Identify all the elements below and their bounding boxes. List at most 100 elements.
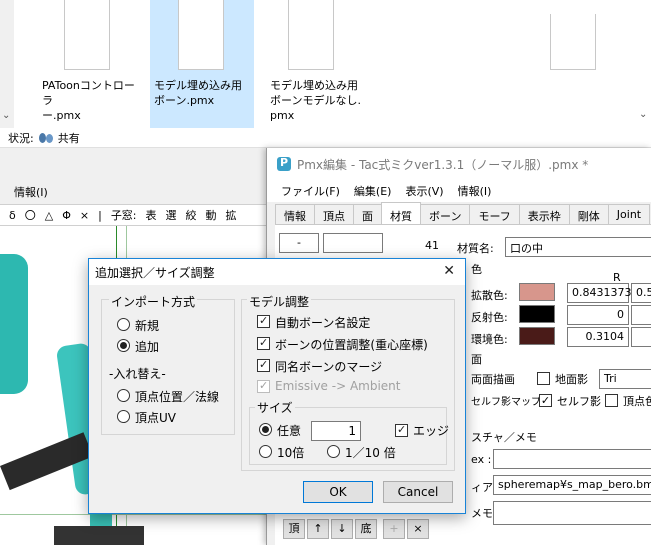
scroll-down-arrow-icon[interactable]: ⌄ [639,109,647,120]
file-item[interactable] [546,0,626,128]
replace-pos-label: 頂点位置／法線 [135,390,220,404]
diffuse-color-swatch[interactable] [519,283,555,301]
cancel-button[interactable]: Cancel [383,481,453,503]
specular-color-swatch[interactable] [519,305,555,323]
texture-field[interactable] [493,449,651,469]
tool-table[interactable]: 表 [146,207,157,223]
file-item[interactable]: PAToonコントローラ ー.pmx [38,0,138,128]
file-name: モデル埋め込み用 ボーンモデルなし. pmx [270,79,361,122]
menu-file[interactable]: ファイル(F) [281,183,340,199]
tool-move[interactable]: 動 [206,207,217,223]
size-tenth-label: 1／10 倍 [345,446,396,460]
add-button[interactable]: + [383,519,405,539]
tab-material[interactable]: 材質 [381,202,421,224]
file-icon [64,0,110,70]
share-label: 共有 [57,131,80,145]
import-group-title: インポート方式 [109,293,198,310]
size-tenth-radio[interactable] [327,445,340,458]
move-down-button[interactable]: ↓ [331,519,353,539]
file-item-selected[interactable]: モデル埋め込み用 ボーン.pmx [150,0,254,128]
edge-checkbox[interactable] [395,423,408,437]
list-count: 41 [425,239,439,252]
emissive-checkbox[interactable] [257,379,270,393]
explorer-scrollbar-right[interactable]: ⌄ [637,104,651,128]
specular-r-field[interactable]: 0 [567,305,629,325]
tab-vertex[interactable]: 頂点 [314,204,354,224]
model-hair [0,254,28,394]
tab-bone[interactable]: ボーン [420,204,471,224]
tab-morph[interactable]: モーフ [469,204,520,224]
tri-select[interactable]: Tri [599,369,651,389]
people-share-icon [38,132,54,144]
sphere-field[interactable]: spheremap¥s_map_bero.bmp [493,475,651,495]
menu-view[interactable]: 表示(V) [405,183,443,199]
list-minus-field[interactable]: - [279,233,319,253]
tool-triangle[interactable]: △ [45,209,53,222]
size-10x-radio[interactable] [259,445,272,458]
tab-joint[interactable]: Joint [607,204,651,224]
file-icon [178,0,224,70]
specular-label: 反射色: [471,311,508,324]
memo-field[interactable] [493,501,651,525]
tool-phi[interactable]: Φ [62,209,71,222]
replace-uv-label: 頂点UV [135,411,176,425]
tab-display-frame[interactable]: 表示枠 [518,204,570,224]
texture-label: ex : [471,453,492,466]
diffuse-r-field[interactable]: 0.8431373 [567,283,632,303]
ambient-color-swatch[interactable] [519,327,555,345]
menu-info[interactable]: 情報(I) [458,183,492,199]
bone-pos-checkbox[interactable] [257,336,270,350]
explorer-scrollbar-left[interactable]: ⌄ [0,0,14,128]
replace-pos-radio[interactable] [117,389,130,402]
explorer-status-bar: 状況: 共有 [0,128,651,148]
tool-scale[interactable]: 拡 [226,207,237,223]
tool-select[interactable]: 選 [166,207,177,223]
ambient-r-field[interactable]: 0.3104 [567,327,629,347]
file-item[interactable] [410,0,510,128]
pmx-menu-bar: ファイル(F) 編集(E) 表示(V) 情報(I) [267,180,651,202]
move-top-button[interactable]: 頂 [283,519,305,539]
scroll-down-arrow-icon[interactable]: ⌄ [2,110,10,121]
material-name-field[interactable]: 口の中 [505,237,651,257]
close-icon[interactable]: ✕ [443,263,455,279]
tab-rigid-body[interactable]: 剛体 [568,204,609,224]
pmx-title-bar[interactable]: Pmx編集 - Tac式ミクver1.3.1（ノーマル服）.pmx * [267,148,651,180]
ambient-label: 環境色: [471,333,508,346]
size-any-radio[interactable] [259,423,272,436]
move-up-button[interactable]: ↑ [307,519,329,539]
auto-bone-checkbox[interactable] [257,314,270,328]
import-add-radio[interactable] [117,339,130,352]
size-any-label: 任意 [277,424,302,438]
tool-circle[interactable]: 〇 [25,207,36,223]
grid-line [0,514,280,515]
menu-edit[interactable]: 編集(E) [354,183,392,199]
size-value-field[interactable]: 1 [311,421,361,441]
dialog-title-bar[interactable]: 追加選択／サイズ調整 ✕ [89,259,465,285]
self-shadow-label: セルフ影 [557,395,601,408]
list-filter-field[interactable] [323,233,383,253]
delete-button[interactable]: × [407,519,429,539]
move-bottom-button[interactable]: 底 [355,519,377,539]
diffuse-g-field[interactable]: 0.59 [631,283,651,303]
self-shadow-checkbox[interactable]: ✓ [539,394,552,407]
bone-pos-label: ボーンの位置調整(重心座標) [275,338,428,352]
bone-merge-checkbox[interactable] [257,358,270,372]
tab-face[interactable]: 面 [353,204,382,224]
ground-shadow-checkbox[interactable] [537,372,550,385]
tool-delta[interactable]: δ [9,209,16,222]
main-menu-info[interactable]: 情報(I) [0,178,62,202]
ok-button[interactable]: OK [303,481,373,503]
pmx-window-title: Pmx編集 - Tac式ミクver1.3.1（ノーマル服）.pmx * [297,157,589,172]
file-item[interactable]: モデル埋め込み用 ボーンモデルなし. pmx [266,0,372,128]
add-select-size-dialog: 追加選択／サイズ調整 ✕ インポート方式 新規 追加 -入れ替え- 頂点位置／法… [88,258,466,514]
specular-g-field[interactable] [631,305,651,325]
tab-info[interactable]: 情報 [275,204,315,224]
tool-cross[interactable]: × [80,209,89,222]
ambient-g-field[interactable] [631,327,651,347]
tool-filter[interactable]: 絞 [186,207,197,223]
vertex-color-checkbox[interactable] [605,394,618,407]
replace-uv-radio[interactable] [117,410,130,423]
pmx-app-icon [277,156,291,171]
model-adjust-title: モデル調整 [247,293,312,310]
import-new-radio[interactable] [117,318,130,331]
